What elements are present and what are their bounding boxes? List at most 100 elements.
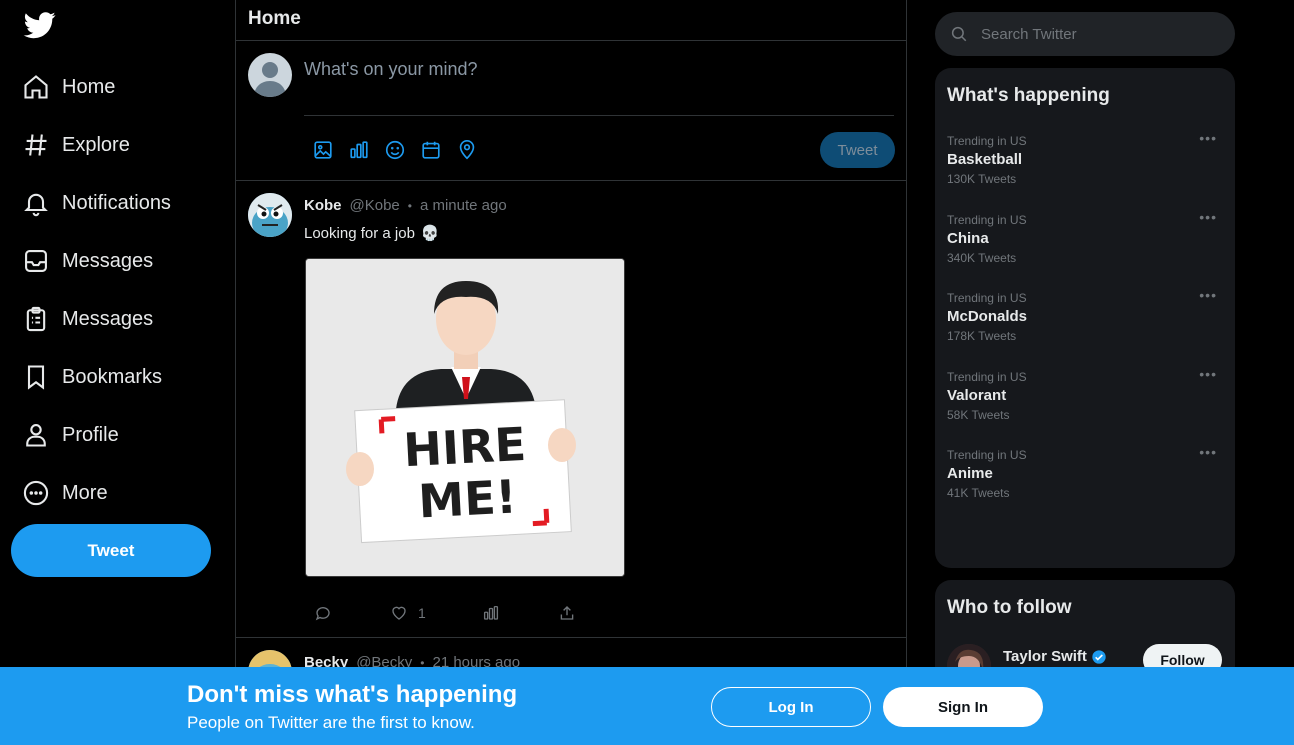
more-options-icon[interactable]: •••: [1199, 366, 1217, 382]
trend-count: 58K Tweets: [947, 408, 1010, 422]
trend-category: Trending in US: [947, 134, 1027, 148]
signup-banner: Don't miss what's happening People on Tw…: [0, 667, 1294, 745]
nav-item-label: Messages: [62, 249, 154, 272]
composer-tweet-button[interactable]: Tweet: [820, 132, 895, 168]
views-button[interactable]: [482, 604, 500, 622]
nav-item-bookmarks[interactable]: Bookmarks: [22, 357, 162, 397]
heart-icon: [392, 606, 406, 620]
hashtag-icon: [25, 134, 47, 156]
trend-item[interactable]: Trending in US Basketball 130K Tweets ••…: [947, 130, 1223, 194]
inbox-icon: [25, 250, 47, 272]
author-name[interactable]: Kobe: [304, 197, 342, 214]
tweet-header: Kobe @Kobe • a minute ago: [304, 197, 507, 214]
clipboard-icon: [26, 306, 46, 332]
nav-item-label: Home: [62, 75, 116, 98]
nav-item-messages[interactable]: Messages: [22, 241, 153, 281]
search-bar[interactable]: [935, 12, 1235, 56]
trend-name: China: [947, 230, 989, 247]
more-options-icon[interactable]: •••: [1199, 209, 1217, 225]
nav-item-label: More: [62, 481, 108, 504]
composer-input[interactable]: [304, 57, 884, 81]
page-title: Home: [248, 8, 301, 29]
location-pin-icon: [459, 140, 475, 160]
verified-badge-icon: [1092, 649, 1106, 664]
search-input[interactable]: [981, 22, 1211, 46]
user-icon: [26, 424, 46, 447]
login-button[interactable]: Log In: [711, 687, 871, 727]
emoji-button[interactable]: [384, 139, 406, 161]
media-button[interactable]: [312, 139, 334, 161]
author-handle[interactable]: @Kobe: [350, 197, 400, 214]
nav-item-label: Notifications: [62, 191, 171, 214]
nav-item-label: Messages: [62, 307, 154, 330]
trend-count: 130K Tweets: [947, 172, 1017, 186]
nav-item-profile[interactable]: Profile: [22, 415, 119, 455]
who-to-follow-title: Who to follow: [947, 597, 1072, 618]
avatar[interactable]: [248, 53, 292, 97]
trend-category: Trending in US: [947, 448, 1027, 462]
trend-count: 178K Tweets: [947, 329, 1017, 343]
main-timeline: Home Tweet: [235, 0, 907, 745]
trend-category: Trending in US: [947, 291, 1027, 305]
nav-item-home[interactable]: Home: [22, 67, 115, 107]
search-icon: [951, 26, 967, 42]
more-options-icon[interactable]: •••: [1199, 287, 1217, 303]
nav-item-label: Profile: [62, 423, 119, 446]
image-icon: [314, 141, 332, 159]
skull-emoji-icon: 💀: [420, 225, 440, 242]
comment-icon: [315, 607, 330, 621]
banner-title: Don't miss what's happening: [187, 681, 518, 708]
trend-category: Trending in US: [947, 213, 1027, 227]
schedule-button[interactable]: [420, 139, 442, 161]
nav-tweet-button[interactable]: Tweet: [11, 524, 211, 577]
share-button[interactable]: [558, 604, 576, 622]
poll-button[interactable]: [348, 139, 370, 161]
hire-me-illustration: HIRE ME!: [306, 259, 624, 576]
twitter-logo-icon[interactable]: [22, 9, 58, 41]
tweet-composer: Tweet: [236, 41, 906, 181]
tweet-text: Looking for a job 💀: [304, 224, 440, 243]
tweet-text-content: Looking for a job: [304, 224, 415, 242]
like-count: 1: [418, 605, 426, 621]
bell-icon: [24, 193, 48, 217]
nav-item-notifications[interactable]: Notifications: [22, 183, 171, 223]
trend-item[interactable]: Trending in US Anime 41K Tweets •••: [947, 444, 1223, 508]
follow-name: Taylor Swift: [1003, 648, 1107, 665]
like-button[interactable]: 1: [390, 604, 426, 622]
trend-name: Anime: [947, 465, 993, 482]
tweet[interactable]: Kobe @Kobe • a minute ago Looking for a …: [236, 181, 906, 638]
divider: [304, 115, 894, 116]
trend-item[interactable]: Trending in US McDonalds 178K Tweets •••: [947, 287, 1223, 351]
more-circle-icon: [23, 480, 49, 506]
avatar[interactable]: [248, 193, 292, 237]
nav-item-explore[interactable]: Explore: [22, 125, 130, 165]
tweet-image[interactable]: HIRE ME!: [305, 258, 625, 577]
signin-button[interactable]: Sign In: [883, 687, 1043, 727]
home-icon: [24, 75, 48, 99]
follow-name-text[interactable]: Taylor Swift: [1003, 648, 1087, 665]
trends-title: What's happening: [947, 85, 1110, 106]
analytics-icon: [483, 605, 499, 620]
trend-count: 340K Tweets: [947, 251, 1017, 265]
sign-text-line2: ME!: [417, 469, 518, 528]
bookmark-icon: [27, 365, 45, 390]
trend-name: Valorant: [947, 387, 1007, 404]
trend-item[interactable]: Trending in US China 340K Tweets •••: [947, 209, 1223, 273]
more-options-icon[interactable]: •••: [1199, 444, 1217, 460]
trend-name: Basketball: [947, 151, 1023, 168]
poll-icon: [350, 141, 368, 159]
emoji-icon: [385, 140, 405, 160]
timeline-header: Home: [236, 0, 906, 41]
nav-item-messages-2[interactable]: Messages: [22, 299, 153, 339]
sign-text-line1: HIRE: [402, 417, 527, 477]
calendar-icon: [422, 141, 440, 159]
cartoon-avatar-icon: [248, 193, 292, 237]
nav-item-more[interactable]: More: [22, 473, 108, 513]
tweet-timestamp[interactable]: a minute ago: [420, 197, 507, 214]
trend-item[interactable]: Trending in US Valorant 58K Tweets •••: [947, 366, 1223, 430]
share-icon: [560, 606, 574, 620]
more-options-icon[interactable]: •••: [1199, 130, 1217, 146]
location-button[interactable]: [456, 139, 478, 161]
trend-count: 41K Tweets: [947, 486, 1010, 500]
reply-button[interactable]: [314, 604, 332, 622]
